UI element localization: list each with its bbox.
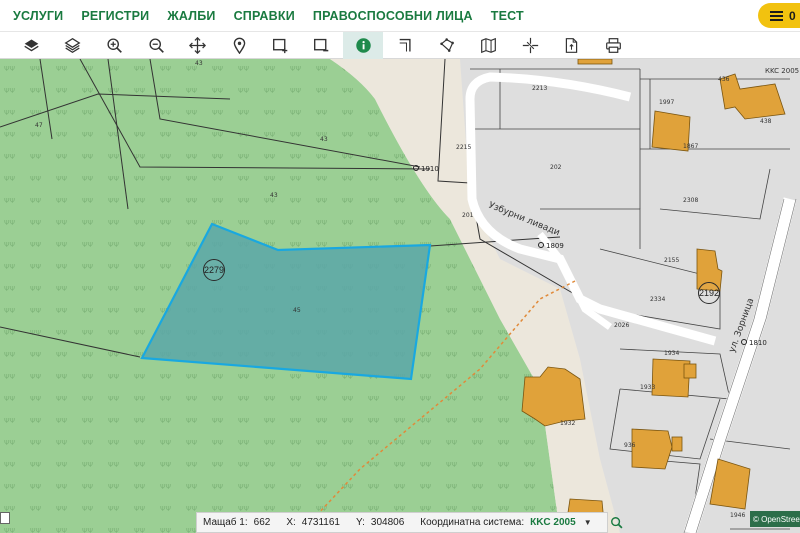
label-1997: 1997 — [659, 99, 674, 106]
parcel-id-2192: 2192 — [698, 282, 720, 304]
label-1932: 1932 — [560, 420, 575, 427]
label-1933: 1933 — [640, 384, 655, 391]
label-1934: 1934 — [664, 350, 679, 357]
layers-stack-icon[interactable] — [52, 32, 92, 59]
y-label: Y: — [355, 517, 365, 528]
search-icon[interactable] — [610, 515, 624, 531]
label-47: 47 — [35, 122, 43, 129]
hamburger-icon — [770, 10, 783, 21]
label-936: 936 — [624, 442, 636, 449]
label-43-a: 43 — [195, 60, 203, 67]
label-1867: 1867 — [683, 143, 698, 150]
menu-count: 0 — [789, 8, 796, 23]
label-43-c: 43 — [270, 192, 278, 199]
x-value: 4731161 — [301, 517, 340, 528]
crs-corner-label: КKC 2005 — [765, 67, 799, 75]
menu-button[interactable]: 0 — [758, 3, 800, 28]
nav-item-references[interactable]: СПРАВКИ — [234, 9, 295, 23]
label-2155: 2155 — [664, 257, 679, 264]
cadastral-map[interactable]: ΨΨ — [0, 59, 800, 533]
nav-item-registers[interactable]: РЕГИСТРИ — [81, 9, 149, 23]
split-icon[interactable] — [510, 32, 550, 59]
label-2215: 2215 — [456, 144, 471, 151]
location-pin-icon[interactable] — [219, 32, 259, 59]
deselect-rect-icon[interactable] — [301, 32, 341, 59]
label-438: 438 — [760, 118, 772, 125]
map-canvas[interactable]: ΨΨ — [0, 59, 800, 533]
osm-attribution[interactable]: © OpenStreetMap — [750, 511, 800, 527]
label-43-b: 43 — [320, 136, 328, 143]
nav-item-legal-entities[interactable]: ПРАВОСПОСОБНИ ЛИЦА — [313, 9, 473, 23]
label-2213: 2213 — [532, 85, 547, 92]
parcel-id-2279: 2279 — [203, 259, 225, 281]
document-icon[interactable] — [551, 32, 591, 59]
chevron-down-icon[interactable]: ▼ — [584, 518, 592, 527]
zoom-in-icon[interactable] — [94, 32, 134, 59]
label-436: 436 — [718, 76, 730, 83]
measure-corner-icon[interactable] — [386, 32, 426, 59]
label-45: 45 — [293, 307, 301, 314]
pan-icon[interactable] — [177, 32, 217, 59]
label-201: 201 — [462, 212, 474, 219]
point-label-1910: 1910 — [421, 165, 439, 173]
nav-item-complaints[interactable]: ЖАЛБИ — [167, 9, 215, 23]
print-icon[interactable] — [593, 32, 633, 59]
edit-shape-icon[interactable] — [427, 32, 467, 59]
top-navigation: УСЛУГИ РЕГИСТРИ ЖАЛБИ СПРАВКИ ПРАВОСПОСО… — [0, 0, 800, 31]
y-value: 304806 — [370, 517, 405, 528]
label-2334: 2334 — [650, 296, 665, 303]
scale-value: 662 — [253, 517, 271, 528]
point-label-1810: 1810 — [749, 339, 767, 347]
status-bar: Мащаб 1: 662 X: 4731161 Y: 304806 Коорди… — [196, 512, 623, 533]
label-2308: 2308 — [683, 197, 698, 204]
scale-label: Мащаб 1: — [203, 517, 248, 528]
point-label-1809: 1809 — [546, 242, 564, 250]
map-corner-control[interactable] — [0, 512, 10, 524]
label-1946: 1946 — [730, 512, 745, 519]
x-label: X: — [286, 517, 296, 528]
zoom-out-icon[interactable] — [136, 32, 176, 59]
select-rect-icon[interactable] — [260, 32, 300, 59]
label-2026: 2026 — [614, 322, 629, 329]
crs-label: Координатна система: — [420, 517, 525, 528]
nav-item-test[interactable]: ТЕСТ — [491, 9, 524, 23]
nav-item-services[interactable]: УСЛУГИ — [13, 9, 63, 23]
label-202: 202 — [550, 164, 562, 171]
crs-select[interactable]: КKC 2005 — [530, 517, 576, 528]
map-icon[interactable] — [468, 32, 508, 59]
layers-icon[interactable] — [11, 32, 51, 59]
map-toolbar — [0, 31, 800, 59]
info-icon[interactable] — [343, 32, 383, 59]
